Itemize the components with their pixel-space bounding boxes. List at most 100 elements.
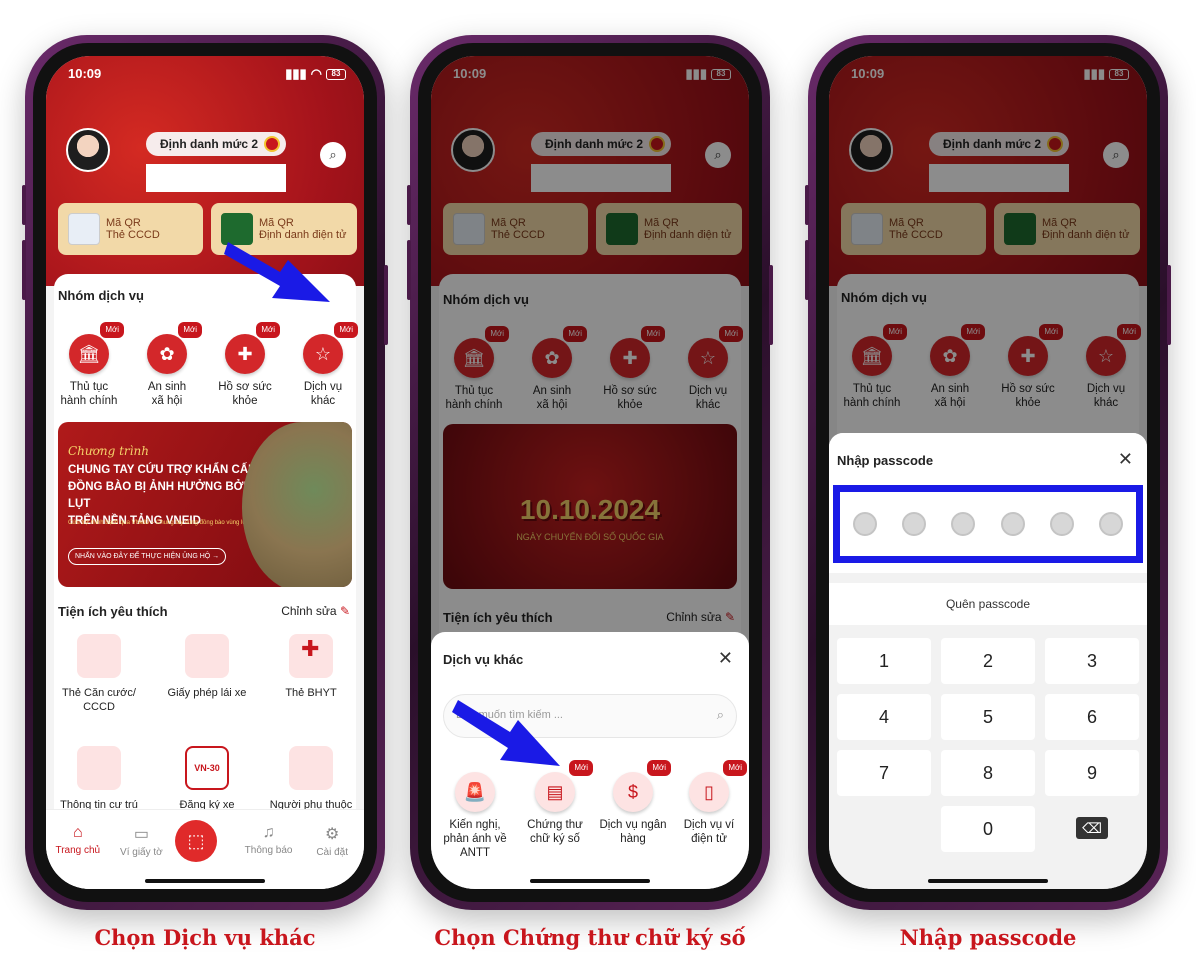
- svc-label: Kiến nghị,: [449, 819, 501, 831]
- tutorial-stage: 10:09 ▮▮▮ ◠ 83 Định danh mức 2 ⌕ Mã QR Thẻ C…: [0, 0, 1196, 955]
- key-3[interactable]: 3: [1045, 638, 1139, 684]
- home-indicator: [928, 879, 1048, 883]
- new-badge: Mới: [100, 322, 124, 338]
- key-8[interactable]: 8: [941, 750, 1035, 796]
- car-license-icon: [185, 634, 229, 678]
- search-icon: ⌕: [716, 707, 724, 722]
- phone-2: 10:09 ▮▮▮ 83 Định danh mức 2 ⌕ Mã QR Thẻ CC…: [407, 35, 773, 910]
- house-icon: [77, 746, 121, 790]
- tab-label: Cài đặt: [316, 847, 349, 858]
- fav-label: CCCD: [83, 701, 115, 713]
- key-0[interactable]: 0: [941, 806, 1035, 852]
- home-icon: ⌂: [72, 824, 83, 841]
- health-shield-icon: ✚: [225, 334, 265, 374]
- plate-icon: VN-30: [185, 746, 229, 790]
- home-indicator: [530, 879, 650, 883]
- backspace-button[interactable]: ⌫: [1045, 806, 1139, 852]
- key-5[interactable]: 5: [941, 694, 1035, 740]
- svc-label: xã hội: [151, 395, 183, 407]
- svc-ngan-hang[interactable]: Mới $ Dịch vụ ngân hàng: [595, 760, 671, 846]
- banner-cta[interactable]: NHẤN VÀO ĐÂY ĐỂ THỰC HIỆN ỦNG HỘ →: [68, 548, 227, 565]
- flood-photo: [242, 422, 352, 587]
- hands-heart-icon: [289, 746, 333, 790]
- certificate-icon: ▤: [535, 772, 575, 812]
- id-card-icon: [68, 213, 100, 245]
- key-9[interactable]: 9: [1045, 750, 1139, 796]
- svc-label: khỏe: [232, 395, 258, 407]
- qr1-label: Mã QR: [106, 217, 141, 229]
- svc-label: Thủ tục: [69, 381, 109, 393]
- e-wallet-icon: ▯: [689, 772, 729, 812]
- fav-label: Thẻ Căn cước/: [62, 687, 136, 699]
- service-ho-so[interactable]: Mới ✚ Hồ sơ sức khỏe: [210, 322, 280, 408]
- service-dich-vu-khac[interactable]: Mới ☆ Dịch vụ khác: [288, 322, 358, 408]
- svc-label: điện tử: [691, 833, 727, 845]
- numeric-keypad: 1 2 3 4 5 6 7 8 9 0 ⌫: [837, 638, 1139, 852]
- shield-icon: [264, 136, 281, 152]
- forgot-label: Quên passcode: [945, 597, 1031, 611]
- svc-vi-dien-tu[interactable]: Mới ▯ Dịch vụ ví điện tử: [671, 760, 747, 846]
- backspace-icon: ⌫: [1076, 817, 1108, 839]
- phone-1: 10:09 ▮▮▮ ◠ 83 Định danh mức 2 ⌕ Mã QR Thẻ C…: [22, 35, 388, 910]
- fav-dang-ky-xe[interactable]: VN-30 Đăng ký xe: [162, 746, 252, 812]
- passcode-dot: [1049, 512, 1074, 536]
- bank-icon: $: [613, 772, 653, 812]
- svc-label: Hồ sơ sức: [218, 381, 272, 393]
- svc-chung-thu-chu-ky-so[interactable]: Mới ▤ Chứng thư chữ ký số: [517, 760, 593, 846]
- svc-label: Dịch vụ: [303, 381, 343, 393]
- key-6[interactable]: 6: [1045, 694, 1139, 740]
- tab-settings[interactable]: ⚙ Cài đặt: [302, 824, 362, 858]
- service-an-sinh[interactable]: Mới ✿ An sinh xã hội: [132, 322, 202, 408]
- forgot-passcode-link[interactable]: Quên passcode: [829, 583, 1147, 625]
- key-1[interactable]: 1: [837, 638, 931, 684]
- svc-label: An sinh: [147, 381, 187, 393]
- phone-3: 10:09 ▮▮▮ 83 Định danh mức 2 ⌕ Mã QR Thẻ CC…: [805, 35, 1171, 910]
- fav-cu-tru[interactable]: Thông tin cư trú: [54, 746, 144, 812]
- bell-icon: ♫: [262, 824, 275, 841]
- qr-cccd-card[interactable]: Mã QR Thẻ CCCD: [58, 203, 203, 255]
- passcode-input[interactable]: [833, 485, 1143, 563]
- close-icon[interactable]: ✕: [1118, 449, 1133, 470]
- caption-3: Nhập passcode: [899, 925, 1077, 950]
- svc-label: Dịch vụ ngân: [599, 819, 667, 831]
- passcode-dot: [1000, 512, 1025, 536]
- fav-the-can-cuoc[interactable]: Thẻ Căn cước/CCCD: [54, 634, 144, 714]
- sheet-title: Nhập passcode: [837, 453, 934, 468]
- new-badge: Mới: [334, 322, 358, 338]
- tab-wallet[interactable]: ▭ Ví giấy tờ: [111, 824, 171, 858]
- health-insurance-icon: ✚: [289, 634, 333, 678]
- status-time: 10:09: [68, 66, 102, 81]
- pointer-arrow-2: [452, 700, 560, 766]
- caption-1: Chọn Dịch vụ khác: [94, 925, 316, 950]
- fav-bhyt[interactable]: ✚ Thẻ BHYT: [266, 634, 356, 700]
- sheet-title: Dịch vụ khác: [443, 652, 524, 667]
- avatar[interactable]: [66, 128, 110, 172]
- fav-label: Giấy phép lái xe: [167, 687, 247, 699]
- svc-label: khác: [310, 395, 336, 407]
- fav-nguoi-phu-thuoc[interactable]: Người phụ thuộc: [266, 746, 356, 812]
- tab-home[interactable]: ⌂ Trang chủ: [48, 824, 108, 856]
- fav-label: Thẻ BHYT: [285, 687, 337, 699]
- edit-button[interactable]: Chỉnh sửa ✎: [281, 604, 350, 618]
- tab-notifications[interactable]: ♫ Thông báo: [239, 824, 299, 856]
- close-icon[interactable]: ✕: [718, 648, 733, 669]
- key-4[interactable]: 4: [837, 694, 931, 740]
- key-2[interactable]: 2: [941, 638, 1035, 684]
- passcode-sheet: Nhập passcode ✕ Quên passcode 1 2 3 4 5 …: [829, 433, 1147, 889]
- scan-icon: ⬚: [174, 820, 217, 862]
- fav-giay-phep[interactable]: Giấy phép lái xe: [162, 634, 252, 700]
- key-7[interactable]: 7: [837, 750, 931, 796]
- star-icon: ☆: [303, 334, 343, 374]
- tab-scan[interactable]: ⬚: [174, 820, 235, 862]
- tab-bar: ⌂ Trang chủ ▭ Ví giấy tờ ⬚ ♫ Thông báo ⚙ Cài…: [46, 809, 364, 889]
- new-badge: Mới: [178, 322, 202, 338]
- banner-script: Chương trình: [68, 444, 149, 458]
- level-badge[interactable]: Định danh mức 2: [146, 132, 287, 156]
- relief-banner[interactable]: Chương trình CHUNG TAY CỨU TRỢ KHẨN CẤP …: [58, 422, 352, 587]
- svc-kien-nghi[interactable]: 🚨 Kiến nghị, phản ánh về ANTT: [437, 772, 513, 860]
- tab-label: Ví giấy tờ: [120, 847, 163, 858]
- screen-home: 10:09 ▮▮▮ ◠ 83 Định danh mức 2 ⌕ Mã QR Thẻ C…: [46, 56, 364, 889]
- search-icon[interactable]: ⌕: [320, 142, 346, 168]
- siren-icon: 🚨: [455, 772, 495, 812]
- service-thu-tuc[interactable]: Mới 🏛 Thủ tục hành chính: [54, 322, 124, 408]
